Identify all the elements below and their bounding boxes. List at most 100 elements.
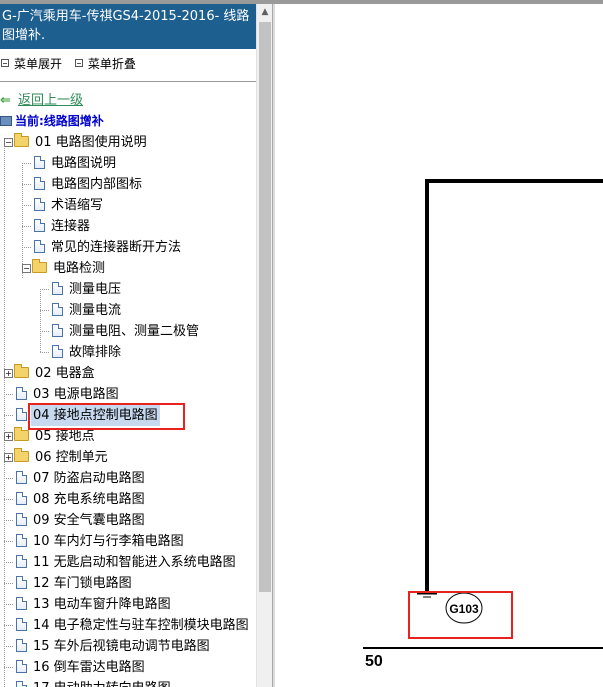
tree-folder[interactable]: +02 电器盒 xyxy=(4,363,97,384)
tree-item-label: 15 车外后视镜电动调节电路图 xyxy=(33,639,210,654)
tree-folder[interactable]: +06 控制单元 xyxy=(4,447,110,468)
page-number: 50 xyxy=(365,653,383,670)
folder-icon xyxy=(14,133,29,147)
tree-item-label: 10 车内灯与行李箱电路图 xyxy=(33,534,184,549)
tree-item-label: 09 安全气囊电路图 xyxy=(33,513,145,528)
expand-all-label: 菜单展开 xyxy=(14,57,63,71)
tree-item[interactable]: 测量电流 xyxy=(49,300,123,321)
tree-guide-line xyxy=(40,331,49,332)
document-icon xyxy=(16,513,27,526)
tree-item[interactable]: 15 车外后视镜电动调节电路图 xyxy=(13,636,212,657)
tree-item-label: 16 倒车雷达电路图 xyxy=(33,660,145,675)
tree-item[interactable]: 测量电阻、测量二极管 xyxy=(49,321,201,342)
tree-guide-line xyxy=(4,415,13,416)
scrollbar-thumb[interactable] xyxy=(259,22,271,592)
ground-point-highlight xyxy=(408,591,513,639)
scroll-up-arrow-icon[interactable]: ▲ xyxy=(257,4,273,21)
tree-item[interactable]: 常见的连接器断开方法 xyxy=(31,237,183,258)
tree-item[interactable]: 10 车内灯与行李箱电路图 xyxy=(13,531,186,552)
document-icon xyxy=(16,408,27,421)
tree-item[interactable]: 03 电源电路图 xyxy=(13,384,121,405)
expand-node-icon[interactable]: + xyxy=(4,453,13,462)
tree-item-label: 13 电动车窗升降电路图 xyxy=(33,597,171,612)
tree-guide-line xyxy=(40,310,49,311)
expand-all-button[interactable]: 菜单展开 xyxy=(0,54,62,74)
document-icon xyxy=(52,282,63,295)
tree-item-label: 测量电压 xyxy=(69,282,122,297)
document-icon xyxy=(16,492,27,505)
document-icon xyxy=(34,156,45,169)
document-icon xyxy=(16,660,27,673)
tree-item[interactable]: 14 电子稳定性与驻车控制模块电路图 xyxy=(13,615,251,636)
folder-icon xyxy=(14,448,29,462)
folder-icon xyxy=(32,259,47,273)
tree-item-label: 连接器 xyxy=(51,219,91,234)
navigation-pane: G-广汽乘用车-传祺GS4-2015-2016- 线路图增补. 菜单展开 菜单折… xyxy=(0,4,256,687)
collapse-node-icon[interactable]: − xyxy=(4,138,13,147)
tree-item-label: 17 电动助力转向电路图 xyxy=(31,678,173,687)
diagram-pane: G103 50 xyxy=(275,4,603,687)
back-link[interactable]: ⇐ 返回上一级 xyxy=(0,92,83,110)
tree-guide-line xyxy=(4,520,13,521)
tree-item-label: 12 车门锁电路图 xyxy=(33,576,132,591)
tree-guide-line xyxy=(4,541,13,542)
collapse-all-button[interactable]: 菜单折叠 xyxy=(74,54,136,74)
tree-item[interactable]: 12 车门锁电路图 xyxy=(13,573,134,594)
document-icon xyxy=(34,240,45,253)
tree-item[interactable]: 电路图内部图标 xyxy=(31,174,144,195)
vertical-scrollbar[interactable]: ▲ xyxy=(256,4,272,687)
tree-guide-line xyxy=(40,289,41,352)
tree-item[interactable]: 连接器 xyxy=(31,216,92,237)
expand-icon xyxy=(1,59,9,67)
tree-guide-line xyxy=(40,289,49,290)
collapse-node-icon[interactable]: − xyxy=(22,264,31,273)
tree-item[interactable]: 16 倒车雷达电路图 xyxy=(13,657,147,678)
tree-item[interactable]: 11 无匙启动和智能进入系统电路图 xyxy=(13,552,238,573)
tree-item-label: 08 充电系统电路图 xyxy=(33,492,145,507)
tree-item-label: 电路图内部图标 xyxy=(51,177,143,192)
tree-guide-line xyxy=(22,163,23,279)
document-icon xyxy=(16,387,27,400)
tree-item-label: 03 电源电路图 xyxy=(33,387,119,402)
tree-item-label: 术语缩写 xyxy=(51,198,104,213)
tree-guide-line xyxy=(4,394,13,395)
folder-icon xyxy=(14,364,29,378)
tree-item[interactable]: 13 电动车窗升降电路图 xyxy=(13,594,173,615)
tree-guide-line xyxy=(4,604,13,605)
tree-item-label: 01 电路图使用说明 xyxy=(35,135,147,150)
divider xyxy=(0,81,256,82)
tree-item[interactable]: 测量电压 xyxy=(49,279,123,300)
tree-item[interactable]: 07 防盗启动电路图 xyxy=(13,468,147,489)
tree-item-label: 测量电流 xyxy=(69,303,122,318)
document-icon xyxy=(52,324,63,337)
tree-guide-line xyxy=(4,478,13,479)
document-icon xyxy=(16,639,27,652)
tree-folder[interactable]: − 01 电路图使用说明 xyxy=(4,132,149,153)
tree-item[interactable]: 17 电动助力转向电路图 xyxy=(13,678,173,687)
document-icon xyxy=(16,576,27,589)
folder-icon xyxy=(14,427,29,441)
document-icon xyxy=(16,555,27,568)
document-icon xyxy=(52,345,63,358)
expand-node-icon[interactable]: + xyxy=(4,432,13,441)
tree-item[interactable]: 电路图说明 xyxy=(31,153,118,174)
back-link-label: 返回上一级 xyxy=(18,93,84,108)
tree-guide-line xyxy=(40,352,49,353)
tree-item[interactable]: 故障排除 xyxy=(49,342,123,363)
tree-item[interactable]: 术语缩写 xyxy=(31,195,105,216)
tree-item[interactable]: 08 充电系统电路图 xyxy=(13,489,147,510)
document-icon xyxy=(52,303,63,316)
document-icon xyxy=(16,618,27,631)
expand-node-icon[interactable]: + xyxy=(4,369,13,378)
document-icon xyxy=(16,681,27,687)
tree-guide-line xyxy=(4,646,13,647)
tree-folder[interactable]: − 电路检测 xyxy=(22,258,107,279)
tree-item[interactable]: 09 安全气囊电路图 xyxy=(13,510,147,531)
tree-item-label: 故障排除 xyxy=(69,345,122,360)
tree-item-label: 测量电阻、测量二极管 xyxy=(69,324,200,339)
tree-guide-line xyxy=(4,562,13,563)
tree-guide-line xyxy=(22,226,31,227)
collapse-icon xyxy=(74,59,83,67)
green-left-arrow-icon: ⇐ xyxy=(0,93,11,108)
tree-item-label: 电路检测 xyxy=(53,261,106,276)
